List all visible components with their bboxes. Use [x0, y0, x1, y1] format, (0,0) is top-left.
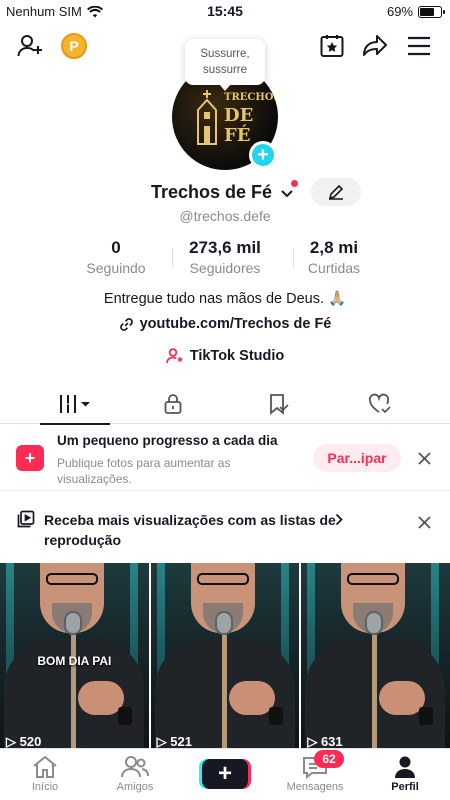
profile-link[interactable]: youtube.com/Trechos de Fé: [0, 316, 450, 332]
stat-label: Seguidores: [189, 260, 261, 276]
friends-icon: [121, 756, 149, 778]
add-photo-icon: +: [16, 445, 44, 471]
tab-liked[interactable]: [345, 384, 415, 424]
nav-friends[interactable]: Amigos: [95, 753, 175, 799]
nav-home[interactable]: Início: [5, 753, 85, 799]
view-count: ▷ 521: [156, 734, 192, 748]
nav-profile[interactable]: Perfil: [365, 753, 445, 799]
divider: [172, 248, 173, 268]
microphone: [365, 611, 384, 635]
profile-handle: @trechos.defe: [179, 208, 271, 224]
add-friend-icon[interactable]: [14, 30, 46, 62]
share-icon[interactable]: [359, 30, 391, 62]
name-row: Trechos de Fé: [0, 180, 450, 206]
avatar-logo-small: TRECHOS: [224, 92, 278, 103]
liked-icon: [368, 393, 391, 414]
avatar-logo-big: DE FÉ: [224, 105, 254, 146]
stat-value: 273,6 mil: [189, 238, 261, 257]
stat-label: Seguindo: [86, 260, 146, 276]
bookmark-icon: [270, 394, 289, 415]
playlist-icon: [17, 510, 35, 528]
close-icon[interactable]: [414, 448, 434, 468]
add-story-button[interactable]: +: [249, 141, 277, 169]
nav-label: Amigos: [116, 781, 154, 793]
banner-title: Um pequeno progresso a cada dia: [57, 433, 278, 448]
coin-icon[interactable]: P: [58, 30, 90, 62]
grid-icon: [60, 395, 90, 413]
stat-label: Curtidas: [307, 260, 361, 276]
status-bar: Nenhum SIM 15:45 69%: [0, 0, 450, 24]
notification-dot: [291, 180, 298, 187]
microphone: [64, 611, 82, 635]
video-thumbnail[interactable]: ▷ 631: [301, 563, 450, 748]
battery-icon: [418, 5, 445, 18]
stat-following[interactable]: 0 Seguindo: [76, 238, 156, 276]
video-caption: BOM DIA PAI: [37, 654, 112, 668]
church-icon: [197, 90, 217, 145]
profile-icon: [395, 756, 415, 778]
lock-icon: [164, 394, 182, 414]
video-grid: BOM DIA PAI ▷ 520 ▷ 521 ▷ 631: [0, 563, 450, 748]
playlist-banner-title: Receba mais visualizações com as listas …: [44, 512, 336, 548]
view-count: ▷ 631: [307, 734, 343, 748]
chevron-down-icon[interactable]: [279, 185, 295, 201]
menu-icon[interactable]: [403, 30, 435, 62]
content-tabs: [0, 384, 450, 425]
playlist-banner[interactable]: Receba mais visualizações com as listas …: [0, 492, 450, 560]
participate-button[interactable]: Par...ipar: [313, 444, 401, 472]
clock: 15:45: [207, 3, 243, 19]
stat-value: 0: [111, 238, 121, 257]
tab-videos[interactable]: [40, 384, 110, 425]
nav-label: Mensagens: [286, 781, 344, 793]
home-icon: [33, 755, 57, 778]
close-icon[interactable]: [414, 512, 434, 532]
progress-banner: + Um pequeno progresso a cada dia Publiq…: [0, 425, 450, 491]
favorites-icon[interactable]: [316, 30, 348, 62]
stats: 0 Seguindo 273,6 mil Seguidores 2,8 mi C…: [0, 238, 450, 278]
nav-label: Perfil: [391, 781, 419, 793]
profile-name: Trechos de Fé: [151, 182, 273, 202]
studio-icon: [165, 348, 183, 364]
bio: Entregue tudo nas mãos de Deus. 🙏🏼: [103, 291, 347, 307]
banner-subtitle: Publique fotos para aumentar as visualiz…: [57, 456, 231, 486]
studio-label: TikTok Studio: [189, 348, 285, 364]
video-thumbnail[interactable]: ▷ 521: [150, 563, 300, 748]
nav-label: Início: [31, 781, 59, 793]
view-count: ▷ 520: [6, 734, 42, 748]
tab-private[interactable]: [138, 384, 208, 424]
video-thumbnail[interactable]: BOM DIA PAI ▷ 520: [0, 563, 149, 748]
stat-value: 2,8 mi: [309, 238, 359, 257]
pencil-icon: [328, 184, 344, 200]
stat-followers[interactable]: 273,6 mil Seguidores: [175, 238, 275, 276]
tooltip-text: Sussurre, sussurre: [200, 48, 250, 76]
chevron-right-icon: [335, 513, 343, 526]
tooltip[interactable]: Sussurre, sussurre: [185, 39, 265, 91]
battery-percent: 69%: [386, 4, 413, 19]
tiktok-studio-link[interactable]: TikTok Studio: [0, 348, 450, 364]
tab-saved[interactable]: [243, 384, 313, 424]
link-icon: [119, 317, 133, 331]
microphone: [214, 611, 233, 635]
bottom-nav: Início Amigos + Mensagens Perfil: [0, 748, 450, 800]
link-text: youtube.com/Trechos de Fé: [139, 316, 332, 332]
create-button[interactable]: +: [202, 759, 248, 789]
messages-badge: 62: [314, 750, 344, 768]
battery-info: 69%: [386, 4, 445, 19]
stat-likes[interactable]: 2,8 mi Curtidas: [294, 238, 374, 276]
edit-profile-button[interactable]: [311, 178, 361, 206]
